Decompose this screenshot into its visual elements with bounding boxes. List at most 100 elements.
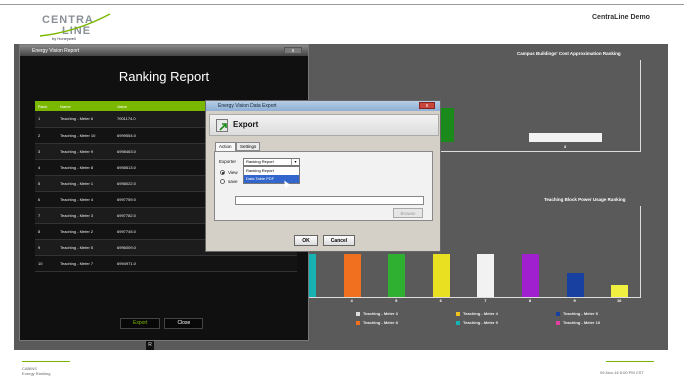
rank-cell: 5 bbox=[35, 175, 57, 192]
logo-subtitle: by Honeywell bbox=[52, 36, 76, 41]
power-tick-label: 6 bbox=[439, 298, 442, 303]
save-path-input[interactable] bbox=[235, 196, 424, 205]
save-radio[interactable] bbox=[220, 179, 225, 184]
rank-cell: 3 bbox=[35, 143, 57, 160]
view-label: View bbox=[228, 170, 238, 175]
name-cell: Teaching - Meter 4 bbox=[57, 191, 114, 208]
column-header[interactable]: Rank bbox=[35, 101, 57, 111]
export-dialog-titlebar[interactable]: Energy Vision Data Export x bbox=[206, 101, 440, 111]
centraline-logo: CENTRA LINE bbox=[39, 13, 111, 37]
legend-item: Teaching - Meter 3 bbox=[356, 311, 398, 316]
power-tick-label: 9 bbox=[573, 298, 576, 303]
cost-tick-label: 3 bbox=[563, 144, 567, 149]
ranking-window-titlebar[interactable]: Energy Vision Report x bbox=[20, 45, 308, 56]
footer-left: CABINS Energy Ranking bbox=[22, 366, 82, 376]
legend-label: Teaching - Meter 10 bbox=[563, 320, 601, 325]
footer-timestamp: 09-Nov-16 5:00 PM CST bbox=[600, 370, 644, 375]
name-cell: Teaching - Meter 2 bbox=[57, 223, 114, 240]
name-cell: Teaching - Meter 6 bbox=[57, 111, 114, 128]
export-icon bbox=[216, 119, 228, 132]
rank-cell: 7 bbox=[35, 207, 57, 224]
footer-accent-left bbox=[22, 361, 70, 362]
rank-cell: 2 bbox=[35, 127, 57, 144]
cost-chart-title: Campus Buildings' Cost Approximation Ran… bbox=[517, 51, 621, 56]
ranking-heading: Ranking Report bbox=[118, 69, 210, 84]
name-cell: Teaching - Meter 8 bbox=[57, 159, 114, 176]
exporter-value: Ranking Report bbox=[246, 159, 274, 164]
rank-cell: 8 bbox=[35, 223, 57, 240]
ok-button[interactable]: OK bbox=[294, 235, 318, 246]
cost-bar bbox=[529, 133, 602, 142]
app-name: CentraLine Demo bbox=[592, 14, 650, 21]
legend-swatch bbox=[556, 320, 560, 325]
cost-chart-baseline bbox=[440, 151, 641, 152]
tab-action[interactable]: Action bbox=[215, 142, 236, 151]
export-button[interactable]: Export bbox=[120, 318, 161, 329]
rank-cell: 1 bbox=[35, 111, 57, 128]
export-dialog-title: Energy Vision Data Export bbox=[218, 103, 277, 109]
close-button[interactable]: Close bbox=[164, 318, 204, 329]
ranking-close-icon[interactable]: x bbox=[284, 47, 302, 54]
legend-item: Teaching - Meter 8 bbox=[356, 320, 398, 325]
rank-cell: 6 bbox=[35, 191, 57, 208]
export-action-panel: Exporter Ranking Report ▼ Ranking Report… bbox=[214, 151, 433, 221]
legend-item: Teaching - Meter 5 bbox=[556, 311, 598, 316]
radio-dot bbox=[222, 172, 224, 174]
save-label: save bbox=[228, 179, 238, 184]
power-bar bbox=[432, 254, 450, 297]
power-tick-label: 5 bbox=[395, 298, 398, 303]
legend-item: Teaching - Meter 10 bbox=[556, 320, 600, 325]
legend-swatch bbox=[456, 311, 460, 316]
legend-swatch bbox=[456, 320, 460, 325]
browse-button[interactable]: Browse bbox=[393, 208, 423, 218]
power-bar bbox=[343, 254, 361, 297]
rank-cell: 9 bbox=[35, 239, 57, 256]
power-bar bbox=[388, 254, 406, 297]
export-dialog: Energy Vision Data Export x Export Actio… bbox=[205, 100, 441, 252]
export-heading: Export bbox=[233, 120, 259, 129]
legend-item: Teaching - Meter 9 bbox=[456, 320, 498, 325]
name-cell: Teaching - Meter 5 bbox=[57, 239, 114, 256]
power-tick-label: 8 bbox=[528, 298, 532, 303]
exporter-dropdown: Ranking Report Data Table PDF bbox=[243, 166, 300, 184]
footer-accent-right bbox=[606, 361, 654, 362]
exporter-label: Exporter bbox=[219, 159, 237, 164]
legend-label: Teaching - Meter 5 bbox=[563, 311, 598, 316]
name-cell: Teaching - Meter 1 bbox=[57, 175, 114, 192]
chevron-down-icon[interactable]: ▼ bbox=[291, 159, 299, 165]
ranking-window-title: Energy Vision Report bbox=[32, 48, 80, 54]
top-divider bbox=[0, 4, 684, 5]
legend-item: Teaching - Meter 4 bbox=[456, 311, 498, 316]
footer-page: Energy Ranking bbox=[22, 371, 51, 376]
power-chart-title: Teaching Block Power Usage Ranking bbox=[544, 197, 626, 202]
legend-label: Teaching - Meter 3 bbox=[363, 311, 398, 316]
legend-label: Teaching - Meter 8 bbox=[363, 320, 398, 325]
cancel-button[interactable]: Cancel bbox=[323, 235, 355, 246]
tab-settings[interactable]: Settings bbox=[236, 142, 261, 151]
legend-label: Teaching - Meter 4 bbox=[463, 311, 498, 316]
power-bar bbox=[566, 272, 584, 297]
power-tick-label: 4 bbox=[350, 298, 353, 303]
exporter-option[interactable]: Data Table PDF bbox=[244, 175, 299, 183]
export-close-icon[interactable]: x bbox=[419, 102, 435, 109]
power-chart-axis bbox=[640, 206, 641, 298]
power-tick-label: 10 bbox=[616, 298, 622, 303]
name-cell: Teaching - Meter 10 bbox=[57, 127, 114, 144]
export-header: Export bbox=[209, 114, 439, 136]
table-row[interactable]: 10 Teaching - Meter 7 6994971.0 bbox=[35, 255, 297, 272]
name-cell: Teaching - Meter 3 bbox=[57, 207, 114, 224]
cost-chart-axis bbox=[640, 60, 641, 152]
rank-cell: 10 bbox=[35, 255, 57, 272]
truncated-label: R bbox=[146, 341, 154, 350]
column-header[interactable]: Name bbox=[57, 101, 114, 111]
rank-cell: 4 bbox=[35, 159, 57, 176]
power-bar bbox=[611, 284, 629, 297]
power-bar bbox=[477, 254, 495, 297]
value-cell: 6994971.0 bbox=[114, 255, 297, 272]
legend-swatch bbox=[356, 320, 360, 325]
exporter-select[interactable]: Ranking Report ▼ bbox=[243, 158, 300, 166]
exporter-option[interactable]: Ranking Report bbox=[244, 167, 299, 175]
view-radio[interactable] bbox=[220, 170, 225, 175]
name-cell: Teaching - Meter 7 bbox=[57, 255, 114, 272]
name-cell: Teaching - Meter 9 bbox=[57, 143, 114, 160]
